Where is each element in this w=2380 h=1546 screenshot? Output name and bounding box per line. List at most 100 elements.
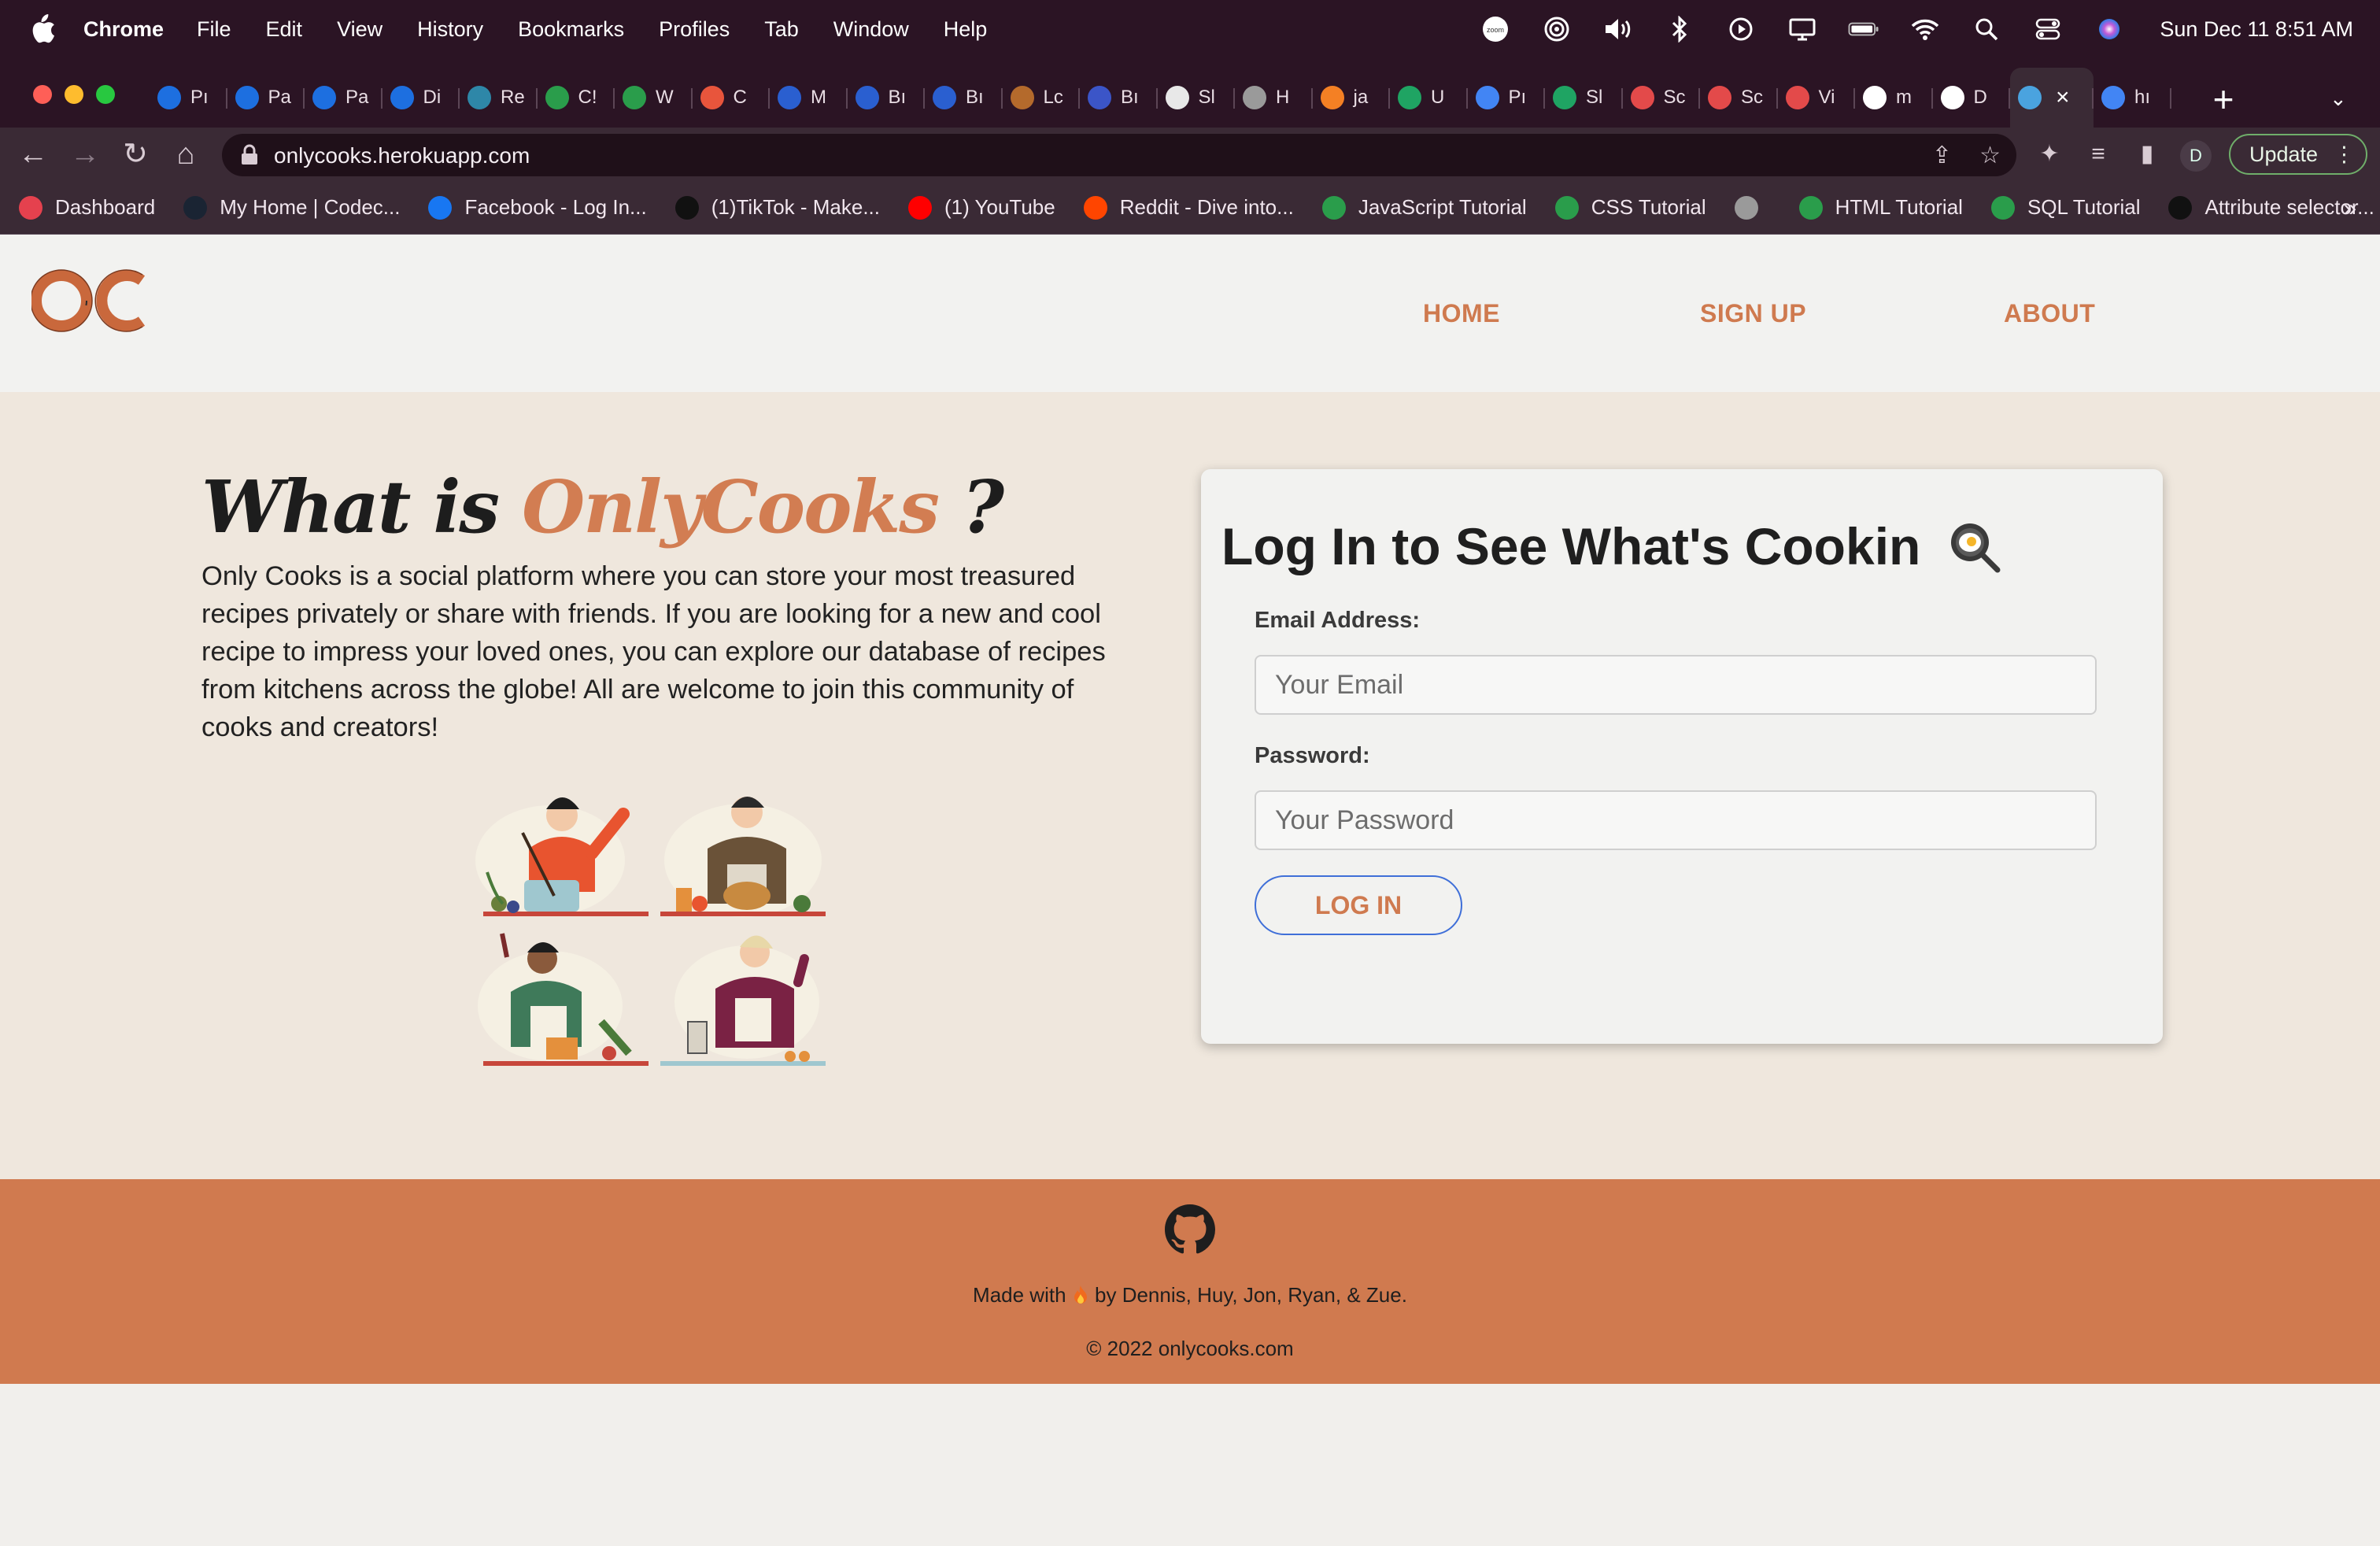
update-button[interactable]: Update ⋮ <box>2229 134 2367 175</box>
bookmark-item[interactable]: HTML Tutorial <box>1798 195 1963 220</box>
github-icon[interactable] <box>1165 1204 1215 1255</box>
bookmark-item[interactable]: CSS Tutorial <box>1554 195 1706 220</box>
browser-tab[interactable]: H <box>1235 68 1313 128</box>
browser-tab[interactable]: C! <box>538 68 615 128</box>
battery-icon[interactable] <box>1848 15 1879 43</box>
menubar-clock[interactable]: Sun Dec 11 8:51 AM <box>2160 17 2353 42</box>
browser-tab[interactable]: Sl <box>1545 68 1623 128</box>
browser-tab[interactable]: ja <box>1313 68 1391 128</box>
browser-tab[interactable]: Pı <box>150 68 227 128</box>
zoom-icon[interactable]: zoom <box>1480 15 1511 43</box>
browser-tab[interactable]: D <box>1933 68 2011 128</box>
more-menu-icon[interactable]: ⋮ <box>2334 135 2355 173</box>
home-button[interactable]: ⌂ <box>167 135 205 173</box>
apple-logo-icon[interactable] <box>28 14 55 44</box>
nav-about-link[interactable]: ABOUT <box>2004 299 2095 328</box>
menu-help[interactable]: Help <box>944 17 988 42</box>
bookmark-item[interactable]: (1) YouTube <box>908 195 1055 220</box>
bookmark-item[interactable] <box>1734 195 1771 220</box>
bookmark-item[interactable]: My Home | Codec... <box>183 195 400 220</box>
reload-button[interactable]: ↻ <box>116 135 154 173</box>
bi-icon <box>933 86 956 109</box>
browser-tab[interactable]: U <box>1390 68 1468 128</box>
bookmark-item[interactable]: Dashboard <box>19 195 155 220</box>
codecademy-icon <box>312 86 336 109</box>
bluetooth-icon[interactable] <box>1664 15 1695 43</box>
tab-search-chevron-icon[interactable]: ⌄ <box>2330 87 2347 111</box>
window-close-button[interactable] <box>33 85 52 104</box>
display-icon[interactable] <box>1787 15 1818 43</box>
menu-app-name[interactable]: Chrome <box>83 17 164 42</box>
spotlight-icon[interactable] <box>1971 15 2002 43</box>
menu-profiles[interactable]: Profiles <box>659 17 730 42</box>
bookmarks-overflow-icon[interactable]: » <box>2343 195 2356 222</box>
browser-tab[interactable]: Bı <box>1080 68 1158 128</box>
browser-tab[interactable]: Bı <box>848 68 926 128</box>
menu-edit[interactable]: Edit <box>266 17 303 42</box>
menu-bookmarks[interactable]: Bookmarks <box>518 17 624 42</box>
tab-title: C! <box>578 87 597 108</box>
browser-tab[interactable]: × <box>2010 68 2094 128</box>
nav-home-link[interactable]: HOME <box>1423 299 1500 328</box>
extensions-puzzle-icon[interactable]: ✦ <box>2034 139 2065 170</box>
nav-signup-link[interactable]: SIGN UP <box>1700 299 1806 328</box>
browser-tab[interactable]: Pa <box>227 68 305 128</box>
react-icon <box>2018 86 2042 109</box>
menu-tab[interactable]: Tab <box>764 17 799 42</box>
address-bar[interactable]: onlycooks.herokuapp.com ⇪ ☆ <box>222 134 2016 176</box>
back-button[interactable]: ← <box>14 135 52 173</box>
tab-close-icon[interactable]: × <box>2056 84 2070 111</box>
password-field[interactable] <box>1255 790 2097 850</box>
forward-button[interactable]: → <box>66 135 104 173</box>
bookmark-label: My Home | Codec... <box>220 195 401 219</box>
browser-tab[interactable]: Di <box>382 68 460 128</box>
browser-tab[interactable]: Vi <box>1778 68 1856 128</box>
browser-tab[interactable]: Bı <box>925 68 1003 128</box>
media-queue-icon[interactable]: ≡ <box>2082 139 2114 170</box>
login-button[interactable]: LOG IN <box>1255 875 1462 935</box>
browser-tab[interactable]: hı <box>2094 68 2171 128</box>
focus-icon[interactable] <box>1541 15 1572 43</box>
profile-avatar[interactable]: D <box>2180 140 2212 172</box>
browser-tab[interactable]: m <box>1855 68 1933 128</box>
bookmark-star-icon[interactable]: ☆ <box>1979 142 2001 169</box>
menu-window[interactable]: Window <box>833 17 909 42</box>
bookmark-item[interactable]: SQL Tutorial <box>1990 195 2140 220</box>
browser-tab[interactable]: Re <box>460 68 538 128</box>
browser-tab[interactable]: M <box>770 68 848 128</box>
browser-tab[interactable]: C <box>693 68 771 128</box>
menu-view[interactable]: View <box>337 17 382 42</box>
play-icon[interactable] <box>1725 15 1757 43</box>
browser-tab[interactable]: Lc <box>1003 68 1081 128</box>
bookmark-item[interactable]: Facebook - Log In... <box>428 195 647 220</box>
tab-title: Bı <box>966 87 984 108</box>
browser-tab[interactable]: Pı <box>1468 68 1546 128</box>
image-icon <box>1010 86 1034 109</box>
menu-history[interactable]: History <box>417 17 483 42</box>
side-panel-icon[interactable]: ▮ <box>2131 139 2163 170</box>
control-center-icon[interactable] <box>2032 15 2064 43</box>
facebook-icon <box>428 195 453 220</box>
browser-tab[interactable]: W <box>615 68 693 128</box>
window-zoom-button[interactable] <box>96 85 115 104</box>
new-tab-button[interactable]: + <box>2205 77 2241 121</box>
share-icon[interactable]: ⇪ <box>1932 142 1952 169</box>
volume-icon[interactable] <box>1602 15 1634 43</box>
email-field[interactable] <box>1255 655 2097 715</box>
bookmark-item[interactable]: (1)TikTok - Make... <box>674 195 880 220</box>
menu-file[interactable]: File <box>197 17 231 42</box>
siri-icon[interactable] <box>2094 15 2125 43</box>
wifi-icon[interactable] <box>1909 15 1941 43</box>
onlycooks-logo[interactable]: OC <box>31 266 148 335</box>
n-icon <box>1088 86 1111 109</box>
lock-icon[interactable] <box>239 144 260 166</box>
bookmark-item[interactable]: Reddit - Dive into... <box>1083 195 1294 220</box>
browser-tab[interactable]: Pa <box>305 68 382 128</box>
window-minimize-button[interactable] <box>65 85 83 104</box>
url-text[interactable]: onlycooks.herokuapp.com <box>274 143 530 168</box>
browser-tab[interactable]: Sc <box>1700 68 1778 128</box>
bookmark-item[interactable]: JavaScript Tutorial <box>1321 195 1527 220</box>
browser-tab[interactable]: Sl <box>1158 68 1236 128</box>
github-icon <box>1940 86 1964 109</box>
browser-tab[interactable]: Sc <box>1623 68 1701 128</box>
